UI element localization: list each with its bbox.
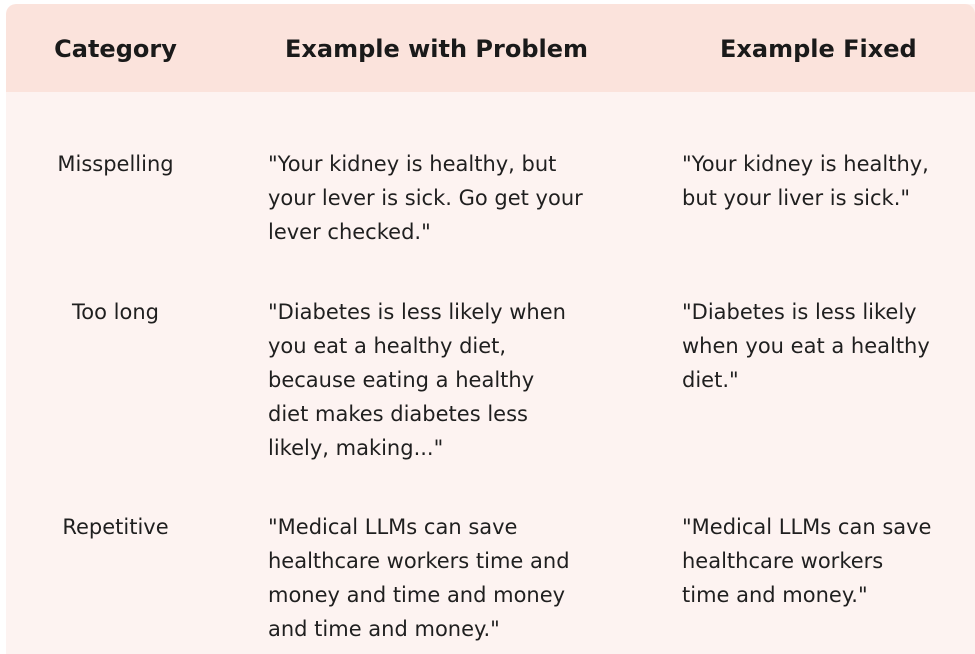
text-line: lever checked."	[268, 220, 431, 244]
text-line: diet."	[682, 368, 739, 392]
header-category: Category	[54, 35, 177, 63]
comparison-table: Category Example with Problem Example Fi…	[6, 4, 975, 654]
table-header: Category Example with Problem Example Fi…	[6, 4, 975, 92]
text-line: your lever is sick. Go get your	[268, 186, 583, 210]
text-line: and time and money."	[268, 617, 500, 641]
text-line: "Your kidney is healthy,	[682, 152, 929, 176]
text-line: "Diabetes is less likely	[682, 300, 917, 324]
text-line: healthcare workers	[682, 549, 884, 573]
row-misspelling-fixed: "Your kidney is healthy, but your liver …	[682, 147, 929, 215]
row-too-long-category: Too long	[72, 300, 159, 324]
text-line: "Medical LLMs can save	[682, 515, 932, 539]
text-line: but your liver is sick."	[682, 186, 911, 210]
text-line: you eat a healthy diet,	[268, 334, 507, 358]
text-line: diet makes diabetes less	[268, 402, 528, 426]
text-line: healthcare workers time and	[268, 549, 570, 573]
text-line: "Diabetes is less likely when	[268, 300, 566, 324]
text-line: "Your kidney is healthy, but	[268, 152, 557, 176]
row-too-long-problem: "Diabetes is less likely when you eat a …	[268, 295, 566, 465]
row-repetitive-fixed: "Medical LLMs can save healthcare worker…	[682, 510, 931, 612]
row-repetitive-problem: "Medical LLMs can save healthcare worker…	[268, 510, 570, 646]
header-example-fixed: Example Fixed	[720, 35, 917, 63]
row-too-long-fixed: "Diabetes is less likely when you eat a …	[682, 295, 930, 397]
row-repetitive-category: Repetitive	[62, 515, 169, 539]
header-example-with-problem: Example with Problem	[285, 35, 589, 63]
text-line: because eating a healthy	[268, 368, 535, 392]
text-line: time and money."	[682, 583, 868, 607]
row-misspelling-problem: "Your kidney is healthy, but your lever …	[268, 147, 583, 249]
text-line: when you eat a healthy	[682, 334, 930, 358]
text-line: "Medical LLMs can save	[268, 515, 518, 539]
text-line: money and time and money	[268, 583, 566, 607]
row-misspelling-category: Misspelling	[57, 152, 174, 176]
text-line: likely, making..."	[268, 436, 444, 460]
